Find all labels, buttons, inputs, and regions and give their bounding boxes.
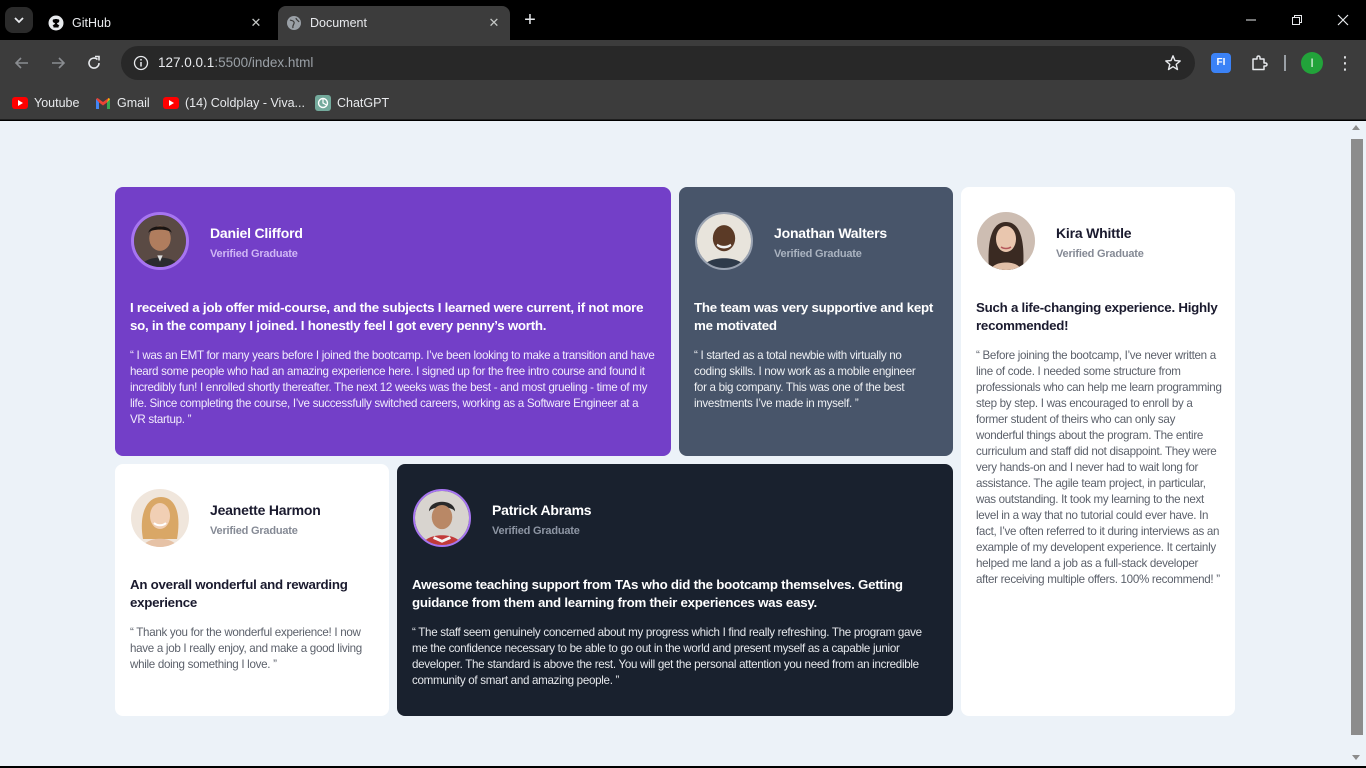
author-role: Verified Graduate: [492, 525, 580, 537]
restore-icon: [1292, 15, 1302, 25]
arrow-right-icon: [52, 57, 66, 69]
testimonial-quote: “ I started as a total newbie with virtu…: [694, 349, 916, 410]
bookmark-star-icon[interactable]: [1163, 53, 1183, 73]
avatar: [131, 489, 189, 547]
testimonial-card-kira: Kira Whittle Verified Graduate Such a li…: [961, 187, 1235, 716]
minimize-button[interactable]: [1228, 0, 1274, 40]
testimonial-quote: “ The staff seem genuinely concerned abo…: [412, 626, 922, 687]
author-role: Verified Graduate: [210, 248, 298, 260]
testimonial-headline: The team was very supportive and kept me…: [694, 300, 934, 333]
bookmark-label: (14) Coldplay - Viva...: [185, 96, 305, 110]
author-name: Kira Whittle: [1056, 225, 1132, 241]
site-info-icon[interactable]: [129, 51, 153, 75]
author-role: Verified Graduate: [1056, 248, 1144, 260]
youtube-icon: [12, 95, 28, 111]
back-button[interactable]: [8, 49, 36, 77]
testimonial-card-jonathan: Jonathan Walters Verified Graduate The t…: [679, 187, 953, 456]
gmail-icon: [95, 95, 111, 111]
bookmark-chatgpt[interactable]: ChatGPT: [315, 93, 389, 113]
arrow-left-icon: [14, 57, 28, 69]
avatar: [977, 212, 1035, 270]
close-tab-icon[interactable]: ✕: [248, 15, 264, 31]
scroll-up-arrow-icon[interactable]: [1352, 125, 1360, 130]
scrollbar-thumb[interactable]: [1351, 139, 1363, 735]
tab-search-button[interactable]: [5, 7, 33, 33]
avatar: [695, 212, 753, 270]
more-menu-icon[interactable]: ⋮: [1333, 51, 1357, 75]
extensions-puzzle-icon[interactable]: [1247, 51, 1271, 75]
testimonial-headline: Awesome teaching support from TAs who di…: [412, 577, 903, 610]
forward-button[interactable]: [44, 49, 72, 77]
new-tab-button[interactable]: +: [518, 10, 542, 30]
close-window-button[interactable]: [1320, 0, 1366, 40]
url-host: 127.0.0.1: [158, 55, 215, 70]
browser-toolbar: 127.0.0.1:5500/index.html FI I ⋮: [0, 40, 1366, 86]
tab-github[interactable]: GitHub ✕: [40, 6, 272, 40]
toolbar-divider: [1284, 55, 1286, 71]
github-icon: [48, 15, 64, 31]
minimize-icon: [1246, 19, 1256, 21]
restore-button[interactable]: [1274, 0, 1320, 40]
scroll-down-arrow-icon[interactable]: [1352, 755, 1360, 760]
testimonial-headline: An overall wonderful and rewarding exper…: [130, 577, 348, 610]
testimonial-quote: “ I was an EMT for many years before I j…: [130, 349, 655, 426]
chevron-down-icon: [14, 17, 24, 24]
extension-icon[interactable]: FI: [1209, 51, 1233, 75]
author-role: Verified Graduate: [210, 525, 298, 537]
address-bar[interactable]: 127.0.0.1:5500/index.html: [121, 46, 1195, 80]
bookmark-gmail[interactable]: Gmail: [95, 93, 150, 113]
tab-title: Document: [310, 16, 367, 30]
author-name: Daniel Clifford: [210, 225, 303, 241]
reload-button[interactable]: [80, 49, 108, 77]
bookmark-coldplay[interactable]: (14) Coldplay - Viva...: [163, 93, 305, 113]
profile-avatar[interactable]: I: [1300, 51, 1324, 75]
tab-strip: GitHub ✕ Document ✕ +: [0, 0, 1366, 40]
author-name: Jeanette Harmon: [210, 502, 321, 518]
testimonial-headline: I received a job offer mid-course, and t…: [130, 300, 644, 333]
close-icon: [1337, 14, 1349, 26]
author-role: Verified Graduate: [774, 248, 862, 260]
bookmark-label: Youtube: [34, 96, 80, 110]
youtube-icon: [163, 95, 179, 111]
close-tab-icon[interactable]: ✕: [486, 15, 502, 31]
chatgpt-icon: [315, 95, 331, 111]
testimonial-card-patrick: Patrick Abrams Verified Graduate Awesome…: [397, 464, 953, 716]
testimonial-card-daniel: Daniel Clifford Verified Graduate I rece…: [115, 187, 671, 456]
testimonial-quote: “ Before joining the bootcamp, I’ve neve…: [976, 349, 1222, 586]
author-name: Patrick Abrams: [492, 502, 592, 518]
testimonial-card-jeanette: Jeanette Harmon Verified Graduate An ove…: [115, 464, 389, 716]
reload-icon: [88, 55, 100, 69]
avatar: [131, 212, 189, 270]
tab-title: GitHub: [72, 16, 111, 30]
testimonial-quote: “ Thank you for the wonderful experience…: [130, 626, 362, 671]
url-text[interactable]: 127.0.0.1:5500/index.html: [158, 55, 313, 70]
testimonial-headline: Such a life-changing experience. Highly …: [976, 300, 1218, 333]
bookmarks-bar: Youtube Gmail (14) Coldplay - Viva... Ch…: [0, 86, 1366, 120]
tab-document[interactable]: Document ✕: [278, 6, 510, 40]
bookmark-youtube[interactable]: Youtube: [12, 93, 79, 113]
bookmark-label: ChatGPT: [337, 96, 390, 110]
url-path: :5500/index.html: [214, 55, 314, 70]
avatar: [413, 489, 471, 547]
bookmark-label: Gmail: [117, 96, 150, 110]
page-viewport: Daniel Clifford Verified Graduate I rece…: [0, 121, 1350, 766]
author-name: Jonathan Walters: [774, 225, 887, 241]
globe-icon: [286, 15, 302, 31]
